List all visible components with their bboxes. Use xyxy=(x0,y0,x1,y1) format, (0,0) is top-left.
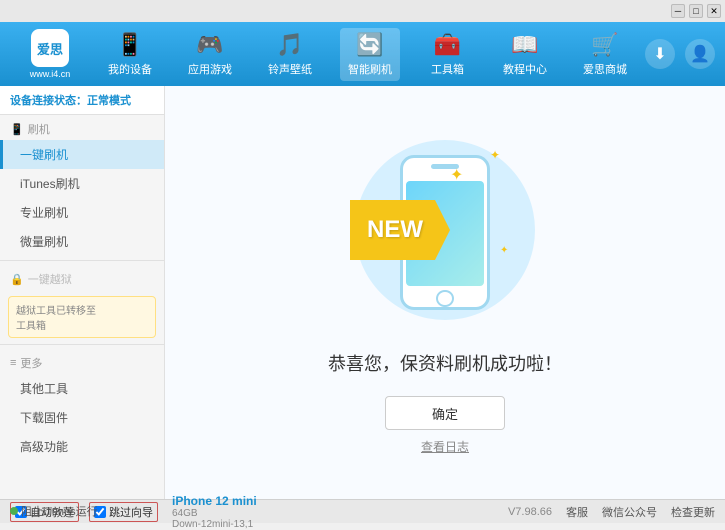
logo: 爱思 www.i4.cn xyxy=(10,29,90,79)
view-log-link[interactable]: 查看日志 xyxy=(421,438,469,455)
flash-section-title: 📱 刷机 xyxy=(0,115,164,140)
nav-my-device[interactable]: 📱 我的设备 xyxy=(100,28,160,81)
nav-app-game[interactable]: 🎮 应用游戏 xyxy=(180,28,240,81)
nav-shop-label: 爱思商城 xyxy=(583,61,627,77)
itunes-status-label: 阻止iTunes运行 xyxy=(21,503,98,519)
nav-ringtone[interactable]: 🎵 铃声壁纸 xyxy=(260,28,320,81)
title-bar: ─ □ ✕ xyxy=(0,0,725,22)
device-status: 设备连接状态：正常模式 xyxy=(0,86,164,115)
divider-1 xyxy=(0,260,164,261)
status-label: 设备连接状态： xyxy=(10,95,87,107)
nav-toolbox-label: 工具箱 xyxy=(431,61,464,77)
support-link[interactable]: 客服 xyxy=(566,504,588,520)
sidebar-item-advanced[interactable]: 高级功能 xyxy=(0,432,164,461)
nav-toolbox[interactable]: 🧰 工具箱 xyxy=(420,28,475,81)
other-tools-label: 其他工具 xyxy=(20,382,68,396)
app-game-icon: 🎮 xyxy=(196,32,223,58)
jailbreak-section-title: 🔒 一键越狱 xyxy=(0,265,164,290)
nav-items: 📱 我的设备 🎮 应用游戏 🎵 铃声壁纸 🔄 智能刷机 🧰 工具箱 📖 教程中心… xyxy=(90,28,645,81)
logo-icon: 爱思 xyxy=(31,29,69,67)
new-text: NEW xyxy=(367,216,423,244)
nav-tutorial-label: 教程中心 xyxy=(503,61,547,77)
phone-home-button xyxy=(436,290,454,307)
ringtone-icon: 🎵 xyxy=(276,32,303,58)
device-name: iPhone 12 mini xyxy=(172,494,257,508)
sparkle-bottom-right: ✦ xyxy=(500,245,508,256)
sparkle-top-left: ✦ xyxy=(450,165,463,185)
minimize-button[interactable]: ─ xyxy=(671,4,685,18)
bottom-bar: 自动敦莲 跳过向导 iPhone 12 mini 64GB Down-12min… xyxy=(0,499,725,523)
version-text: V7.98.66 xyxy=(508,506,552,518)
sidebar-item-save-flash[interactable]: 微量刷机 xyxy=(0,227,164,256)
device-storage: 64GB xyxy=(172,508,257,519)
itunes-dot xyxy=(10,507,18,515)
wechat-link[interactable]: 微信公众号 xyxy=(602,504,657,520)
sidebar-item-one-click-flash[interactable]: 一键刷机 xyxy=(0,140,164,169)
itunes-flash-label: iTunes刷机 xyxy=(20,177,80,191)
nav-my-device-label: 我的设备 xyxy=(108,61,152,77)
more-icon: ≡ xyxy=(10,357,16,369)
sidebar-item-pro-flash[interactable]: 专业刷机 xyxy=(0,198,164,227)
download-firmware-label: 下载固件 xyxy=(20,411,68,425)
header: 爱思 www.i4.cn 📱 我的设备 🎮 应用游戏 🎵 铃声壁纸 🔄 智能刷机… xyxy=(0,22,725,86)
toolbox-icon: 🧰 xyxy=(434,32,461,58)
nav-shop[interactable]: 🛒 爱思商城 xyxy=(575,28,635,81)
main-area: 设备连接状态：正常模式 📱 刷机 一键刷机 iTunes刷机 专业刷机 微量刷机… xyxy=(0,86,725,499)
itunes-status: 阻止iTunes运行 xyxy=(10,503,98,519)
nav-app-game-label: 应用游戏 xyxy=(188,61,232,77)
shop-icon: 🛒 xyxy=(591,32,618,58)
sidebar: 设备连接状态：正常模式 📱 刷机 一键刷机 iTunes刷机 专业刷机 微量刷机… xyxy=(0,86,165,499)
lock-icon: 🔒 xyxy=(10,273,24,286)
one-click-flash-label: 一键刷机 xyxy=(20,148,68,162)
nav-tutorial[interactable]: 📖 教程中心 xyxy=(495,28,555,81)
nav-smart-flash[interactable]: 🔄 智能刷机 xyxy=(340,28,400,81)
maximize-button[interactable]: □ xyxy=(689,4,703,18)
success-illustration: NEW ✦ ✦ ✦ xyxy=(345,130,545,330)
device-model: Down-12mini-13,1 xyxy=(172,519,257,530)
nav-ringtone-label: 铃声壁纸 xyxy=(268,61,312,77)
user-button[interactable]: 👤 xyxy=(685,39,715,69)
new-badge: NEW xyxy=(350,200,450,260)
pro-flash-label: 专业刷机 xyxy=(20,206,68,220)
status-value: 正常模式 xyxy=(87,95,131,107)
sidebar-item-download-firmware[interactable]: 下载固件 xyxy=(0,403,164,432)
sparkle-top-right: ✦ xyxy=(490,148,500,162)
bottom-right: V7.98.66 客服 微信公众号 检查更新 xyxy=(508,504,715,520)
sidebar-item-itunes-flash[interactable]: iTunes刷机 xyxy=(0,169,164,198)
advanced-label: 高级功能 xyxy=(20,440,68,454)
my-device-icon: 📱 xyxy=(116,32,143,58)
divider-2 xyxy=(0,344,164,345)
jailbreak-notice: 越狱工具已转移至 工具箱 xyxy=(8,296,156,338)
save-flash-label: 微量刷机 xyxy=(20,235,68,249)
success-message: 恭喜您，保资料刷机成功啦！ xyxy=(328,350,562,376)
skip-wizard-label: 跳过向导 xyxy=(109,504,153,520)
confirm-button[interactable]: 确定 xyxy=(385,396,505,430)
tutorial-icon: 📖 xyxy=(511,32,538,58)
smart-flash-icon: 🔄 xyxy=(356,32,383,58)
device-info: iPhone 12 mini 64GB Down-12mini-13,1 xyxy=(172,494,257,530)
more-section-title: ≡ 更多 xyxy=(0,349,164,374)
header-right: ⬇ 👤 xyxy=(645,39,715,69)
logo-url: www.i4.cn xyxy=(30,69,71,79)
download-button[interactable]: ⬇ xyxy=(645,39,675,69)
update-link[interactable]: 检查更新 xyxy=(671,504,715,520)
itunes-status-bar: 阻止iTunes运行 xyxy=(10,503,98,519)
close-button[interactable]: ✕ xyxy=(707,4,721,18)
nav-smart-flash-label: 智能刷机 xyxy=(348,61,392,77)
skip-wizard-checkbox-label[interactable]: 跳过向导 xyxy=(89,502,158,522)
flash-icon: 📱 xyxy=(10,123,24,136)
content-area: NEW ✦ ✦ ✦ 恭喜您，保资料刷机成功啦！ 确定 查看日志 xyxy=(165,86,725,499)
sidebar-item-other-tools[interactable]: 其他工具 xyxy=(0,374,164,403)
